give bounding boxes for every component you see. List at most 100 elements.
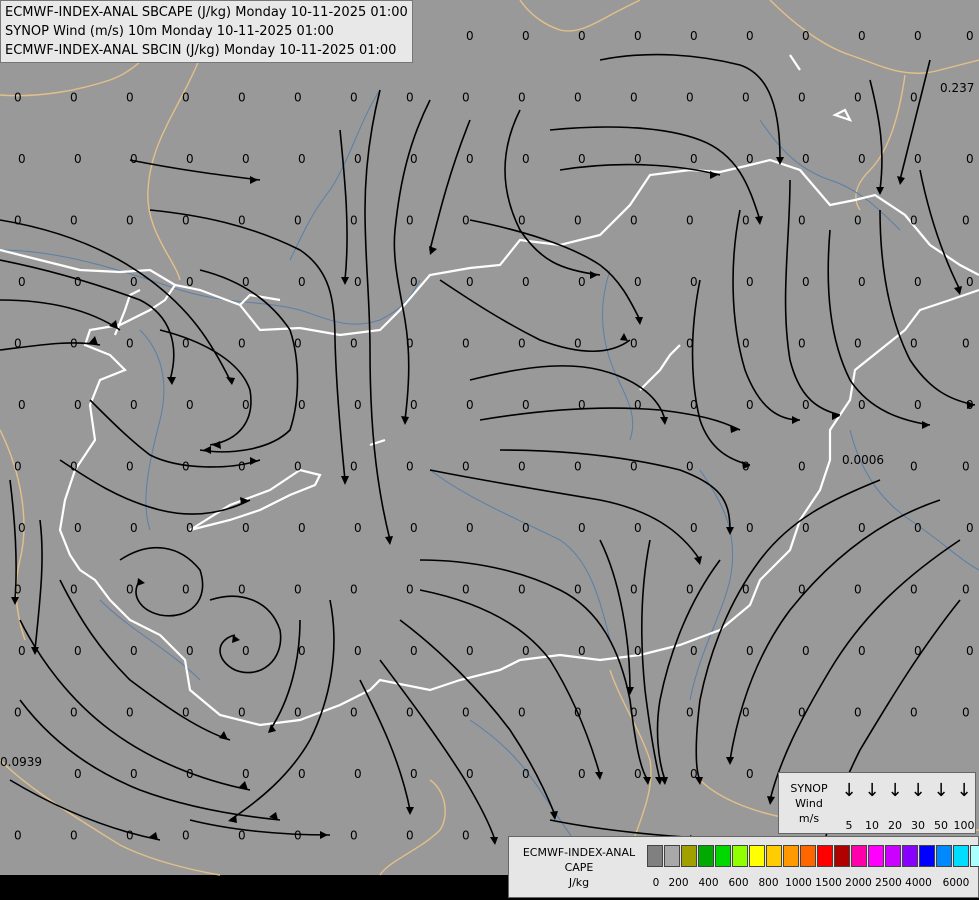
value-label: 0 [518, 337, 526, 351]
value-label: 0 [126, 460, 134, 474]
wind-arrow-down-icon: ↓ [864, 780, 880, 801]
value-label: 0 [70, 214, 78, 228]
value-label: 0 [406, 706, 414, 720]
value-label: 0 [574, 337, 582, 351]
value-label: 0 [798, 706, 806, 720]
value-label: 0 [578, 521, 586, 535]
synop-legend-value: 50 [934, 819, 948, 832]
cape-color-legend: ECMWF-INDEX-ANAL CAPE J/kg 0 200 400 600 800… [508, 836, 979, 898]
cape-color-swatch [783, 845, 799, 867]
value-label: 0 [630, 337, 638, 351]
cape-tick-label: 200 [668, 877, 689, 889]
value-label: 0 [410, 275, 418, 289]
value-label: 0 [18, 521, 26, 535]
value-label: 0 [518, 706, 526, 720]
value-label: 0 [354, 767, 362, 781]
cape-color-swatch [919, 845, 935, 867]
value-label: 0 [578, 275, 586, 289]
value-label: 0 [962, 706, 970, 720]
map-background [0, 0, 979, 875]
value-label: 0 [354, 152, 362, 166]
value-label: 0 [798, 91, 806, 105]
cape-color-swatch [953, 845, 969, 867]
value-label: 0 [242, 152, 250, 166]
value-label: 0 [910, 91, 918, 105]
value-label: 0 [578, 644, 586, 658]
value-label: 0 [242, 521, 250, 535]
value-label: 0 [746, 644, 754, 658]
value-label: 0 [686, 91, 694, 105]
value-label: 0 [742, 214, 750, 228]
value-label: 0 [914, 275, 922, 289]
value-label: 0 [910, 214, 918, 228]
synop-legend-value: 100 [953, 819, 975, 832]
cape-tick-label: 800 [758, 877, 779, 889]
value-label: 0 [914, 29, 922, 43]
value-label: 0 [466, 644, 474, 658]
value-label: 0 [462, 829, 470, 843]
synop-legend-value: 20 [888, 819, 902, 832]
value-label: 0 [350, 706, 358, 720]
value-label: 0 [690, 275, 698, 289]
value-label: 0 [298, 152, 306, 166]
value-label: 0 [126, 91, 134, 105]
value-label: 0 [634, 152, 642, 166]
cape-color-swatch [868, 845, 884, 867]
value-label: 0 [522, 29, 530, 43]
value-label: 0 [14, 337, 22, 351]
value-label: 0 [130, 521, 138, 535]
wind-arrow-down-icon: ↓ [887, 780, 903, 801]
value-label: 0 [522, 644, 530, 658]
value-label: 0 [462, 460, 470, 474]
cape-color-swatch [681, 845, 697, 867]
value-label: 0 [746, 29, 754, 43]
value-label: 0 [294, 91, 302, 105]
value-label: 0 [578, 29, 586, 43]
value-label: 0 [522, 767, 530, 781]
value-label: 0 [126, 583, 134, 597]
value-label: 0 [690, 767, 698, 781]
value-label: 0 [966, 644, 974, 658]
value-label: 0 [182, 583, 190, 597]
value-label: 0 [574, 706, 582, 720]
value-label: 0 [298, 767, 306, 781]
value-label: 0 [634, 29, 642, 43]
value-label: 0 [466, 767, 474, 781]
value-label: 0 [634, 275, 642, 289]
value-label: 0 [14, 829, 22, 843]
value-label: 0 [298, 644, 306, 658]
value-label: 0 [74, 398, 82, 412]
value-label: 0 [914, 521, 922, 535]
value-label: 0 [858, 521, 866, 535]
cape-color-swatch [766, 845, 782, 867]
value-label: 0 [518, 214, 526, 228]
value-label: 0 [914, 398, 922, 412]
value-label: 0 [858, 275, 866, 289]
value-label: 0 [238, 583, 246, 597]
value-label: 0 [574, 91, 582, 105]
value-label: 0 [126, 829, 134, 843]
value-label: 0 [182, 706, 190, 720]
value-label: 0 [854, 583, 862, 597]
value-label: 0 [962, 583, 970, 597]
value-label: 0 [462, 91, 470, 105]
cape-tick-label: 2000 [845, 877, 872, 889]
value-label: 0 [294, 460, 302, 474]
value-label: 0 [354, 275, 362, 289]
value-label: 0 [686, 706, 694, 720]
value-label: 0 [962, 337, 970, 351]
value-label: 0 [350, 91, 358, 105]
value-label: 0 [686, 583, 694, 597]
value-label: 0 [690, 152, 698, 166]
weather-map: 0 0 0 0 0 0 0 0 0 0 0 0 0 0 0 0 0 0 0 0 0 0 0 0 0 0 0 0 0 0 0 0 0 0 0 0 0 0 0 0… [0, 0, 979, 900]
value-label: 0 [406, 829, 414, 843]
value-label: 0 [298, 275, 306, 289]
cape-color-swatch [817, 845, 833, 867]
value-label: 0 [242, 644, 250, 658]
value-label: 0 [14, 706, 22, 720]
cape-color-swatch [732, 845, 748, 867]
value-label: 0 [18, 398, 26, 412]
value-label: 0 [294, 706, 302, 720]
value-label: 0 [634, 644, 642, 658]
value-label: 0 [742, 91, 750, 105]
